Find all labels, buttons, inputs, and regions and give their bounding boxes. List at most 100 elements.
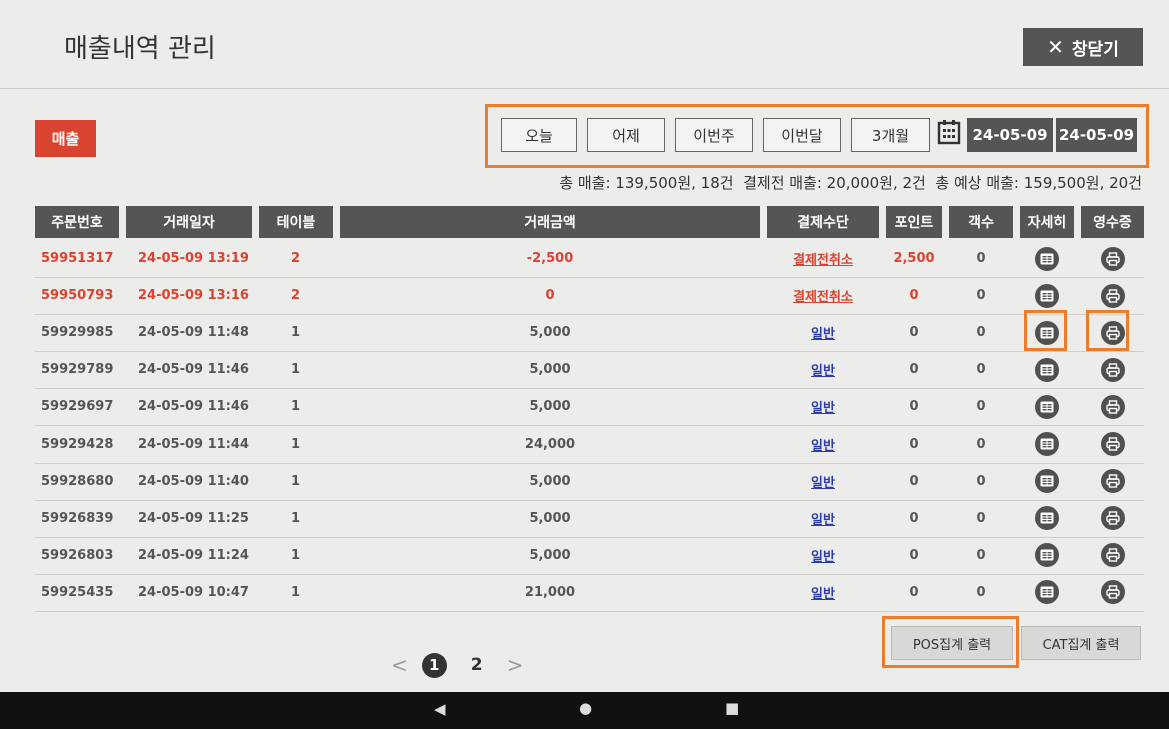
- transaction-amount: 24,000: [524, 436, 576, 452]
- payment-method-link[interactable]: 일반: [811, 583, 835, 602]
- receipt-print-icon[interactable]: [1100, 469, 1125, 494]
- table-row: 59926839 24-05-09 11:25 1 5,000 일반 0 0: [35, 500, 1144, 538]
- transaction-date: 24-05-09 11:40: [138, 473, 249, 489]
- payment-method-link[interactable]: 결제전취소: [793, 286, 853, 305]
- pagination: < 1 2 >: [391, 651, 523, 679]
- filter-this-month-button[interactable]: 이번달: [763, 118, 841, 152]
- table-row: 59951317 24-05-09 13:19 2 -2,500 결제전취소 2,500 0: [35, 240, 1144, 278]
- order-number: 59951317: [41, 251, 114, 266]
- close-label: 창닫기: [1071, 39, 1119, 60]
- receipt-print-icon[interactable]: [1100, 357, 1125, 382]
- payment-method-link[interactable]: 결제전취소: [793, 249, 853, 268]
- table-number: 1: [291, 325, 301, 341]
- payment-method-link[interactable]: 일반: [811, 397, 835, 416]
- table-number: 1: [291, 473, 301, 489]
- column-header-table: 테이블: [259, 206, 333, 238]
- order-number: 59929697: [41, 399, 114, 415]
- payment-method-link[interactable]: 일반: [811, 360, 835, 379]
- table-row: 59929789 24-05-09 11:46 1 5,000 일반 0 0: [35, 351, 1144, 390]
- table-row: 59928680 24-05-09 11:40 1 5,000 일반 0 0: [35, 463, 1144, 501]
- next-page-button[interactable]: >: [507, 653, 524, 677]
- back-nav-icon[interactable]: ◀: [434, 700, 446, 718]
- transaction-amount: 5,000: [529, 510, 571, 526]
- detail-icon[interactable]: [1035, 469, 1059, 494]
- transaction-date: 24-05-09 11:46: [138, 399, 249, 415]
- table-row: 59926803 24-05-09 11:24 1 5,000 일반 0 0: [35, 537, 1144, 575]
- table-row: 59925435 24-05-09 10:47 1 21,000 일반 0 0: [35, 574, 1144, 612]
- table-number: 1: [291, 399, 301, 415]
- close-window-button[interactable]: ✕ 창닫기: [1023, 28, 1143, 66]
- detail-icon[interactable]: [1035, 283, 1059, 308]
- detail-icon[interactable]: [1035, 543, 1059, 568]
- payment-method-link[interactable]: 일반: [811, 546, 835, 565]
- table-number: 1: [291, 547, 301, 563]
- header-bar: 매출내역 관리 ✕ 창닫기: [0, 0, 1169, 89]
- date-to-button[interactable]: 24-05-09: [1056, 118, 1137, 152]
- page-1-button[interactable]: 1: [421, 652, 447, 678]
- prev-page-button[interactable]: <: [391, 653, 408, 677]
- transaction-date: 24-05-09 10:47: [138, 584, 249, 600]
- transaction-amount: 5,000: [529, 399, 571, 415]
- filter-three-months-button[interactable]: 3개월: [851, 118, 930, 152]
- detail-icon[interactable]: [1035, 506, 1059, 531]
- payment-method-link[interactable]: 일반: [811, 435, 835, 454]
- detail-icon-highlight: [1024, 310, 1067, 351]
- receipt-print-icon[interactable]: [1100, 394, 1125, 419]
- point-value: 0: [909, 362, 919, 378]
- receipt-print-icon[interactable]: [1100, 432, 1125, 456]
- transaction-date: 24-05-09 11:44: [138, 436, 249, 452]
- transaction-amount: 0: [545, 288, 555, 304]
- transaction-amount: 5,000: [529, 473, 571, 489]
- payment-method-link[interactable]: 일반: [811, 472, 835, 491]
- guest-count: 0: [976, 362, 986, 378]
- transaction-date: 24-05-09 11:48: [138, 325, 249, 341]
- table-row: 59929428 24-05-09 11:44 1 24,000 일반 0 0: [35, 426, 1144, 464]
- receipt-print-icon[interactable]: [1100, 543, 1125, 568]
- column-header-receipt: 영수증: [1081, 206, 1144, 238]
- table-row: 59929697 24-05-09 11:46 1 5,000 일반 0 0: [35, 388, 1144, 427]
- order-number: 59929789: [41, 362, 114, 378]
- order-number: 59950793: [41, 288, 114, 304]
- home-nav-icon[interactable]: ●: [579, 699, 592, 717]
- transaction-date: 24-05-09 13:16: [138, 288, 249, 304]
- order-number: 59929985: [41, 325, 114, 341]
- order-number: 59928680: [41, 473, 114, 489]
- receipt-print-icon[interactable]: [1100, 283, 1125, 308]
- receipt-icon-highlight: [1086, 310, 1129, 351]
- close-icon: ✕: [1047, 35, 1064, 59]
- column-header-detail: 자세히: [1020, 206, 1074, 238]
- column-header-date: 거래일자: [126, 206, 252, 238]
- filter-this-week-button[interactable]: 이번주: [675, 118, 753, 152]
- detail-icon[interactable]: [1035, 246, 1059, 271]
- order-number: 59929428: [41, 436, 114, 452]
- detail-icon[interactable]: [1035, 394, 1059, 419]
- detail-icon[interactable]: [1035, 580, 1059, 605]
- order-number: 59925435: [41, 584, 114, 600]
- cat-summary-print-button[interactable]: CAT집계 출력: [1021, 626, 1141, 660]
- guest-count: 0: [976, 288, 986, 304]
- point-value: 0: [909, 473, 919, 489]
- transaction-date: 24-05-09 11:24: [138, 547, 249, 563]
- receipt-print-icon[interactable]: [1100, 580, 1125, 605]
- guest-count: 0: [976, 436, 986, 452]
- detail-icon[interactable]: [1035, 432, 1059, 456]
- table-number: 1: [291, 510, 301, 526]
- transaction-amount: 5,000: [529, 325, 571, 341]
- filter-today-button[interactable]: 오늘: [501, 118, 577, 152]
- recents-nav-icon[interactable]: ■: [725, 699, 739, 717]
- page-2-button[interactable]: 2: [471, 655, 483, 675]
- guest-count: 0: [976, 584, 986, 600]
- payment-method-link[interactable]: 일반: [811, 509, 835, 528]
- date-from-button[interactable]: 24-05-09: [967, 118, 1053, 152]
- order-number: 59926839: [41, 510, 114, 526]
- table-number: 2: [291, 288, 301, 304]
- detail-icon[interactable]: [1035, 357, 1059, 382]
- guest-count: 0: [976, 510, 986, 526]
- receipt-print-icon[interactable]: [1100, 246, 1125, 271]
- filter-yesterday-button[interactable]: 어제: [587, 118, 665, 152]
- pos-print-highlight: [882, 616, 1019, 668]
- calendar-icon[interactable]: [937, 119, 961, 145]
- column-header-method: 결제수단: [767, 206, 879, 238]
- payment-method-link[interactable]: 일반: [811, 323, 835, 342]
- receipt-print-icon[interactable]: [1100, 506, 1125, 531]
